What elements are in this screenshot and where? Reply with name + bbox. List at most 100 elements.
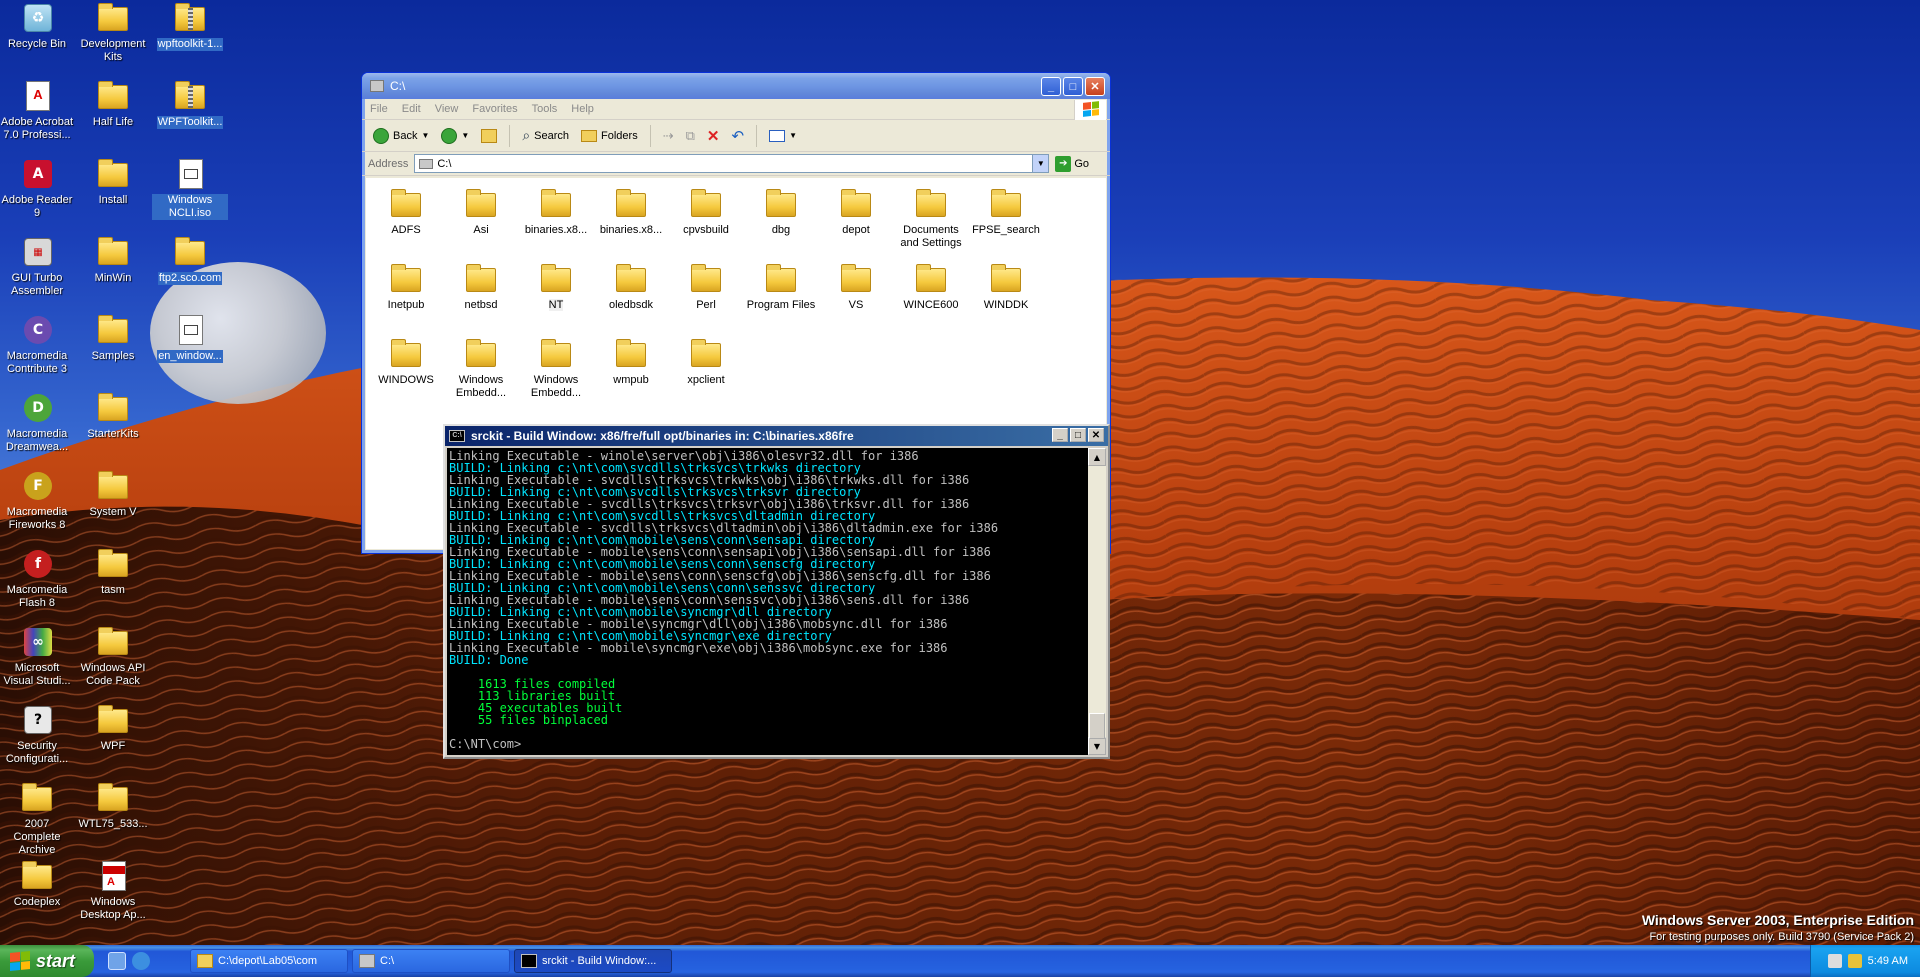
desktop-icon-api-code-pack[interactable]: Windows API Code Pack (75, 626, 151, 688)
folder-item[interactable]: ADFS (369, 188, 443, 237)
menu-edit[interactable]: Edit (402, 103, 421, 115)
close-button[interactable]: ✕ (1088, 428, 1104, 442)
undo-button[interactable]: ↶ (728, 124, 747, 148)
desktop-icon-starterkits[interactable]: StarterKits (75, 392, 151, 441)
folder-item[interactable]: WINDOWS (369, 338, 443, 387)
folder-icon (540, 188, 572, 220)
close-button[interactable]: ✕ (1085, 77, 1105, 96)
desktop-icon-codeplex[interactable]: Codeplex (0, 860, 75, 909)
desktop-icon-ftp2[interactable]: ftp2.sco.com (152, 236, 228, 285)
folder-item[interactable]: VS (819, 263, 893, 312)
start-button[interactable]: start (0, 945, 94, 977)
desktop-icon-recycle-bin[interactable]: ♻ Recycle Bin (0, 2, 75, 51)
folder-item[interactable]: Inetpub (369, 263, 443, 312)
folder-item[interactable]: wmpub (594, 338, 668, 387)
desktop-icon-en-window[interactable]: en_window... (152, 314, 228, 363)
folder-item[interactable]: oledbsdk (594, 263, 668, 312)
console-line: C:\NT\com> (449, 737, 522, 751)
desktop-icon-visual-studio[interactable]: ∞ Microsoft Visual Studi... (0, 626, 75, 688)
scroll-thumb[interactable] (1089, 713, 1105, 739)
folder-icon (390, 338, 422, 370)
scroll-up-button[interactable]: ▲ (1088, 448, 1106, 466)
search-button[interactable]: ⌕ Search (519, 124, 572, 148)
quicklaunch-ie-icon[interactable] (132, 952, 150, 970)
folders-icon (581, 129, 598, 142)
menu-help[interactable]: Help (571, 103, 594, 115)
desktop-icon-wpftoolkit[interactable]: WPFToolkit... (152, 80, 228, 129)
console-scrollbar[interactable]: ▲ ▼ (1088, 448, 1106, 755)
folder-item[interactable]: depot (819, 188, 893, 237)
address-dropdown-button[interactable]: ▼ (1032, 155, 1049, 172)
folder-item[interactable]: Windows Embedd... (519, 338, 593, 400)
folder-item[interactable]: WINDDK (969, 263, 1043, 312)
taskbar-item-depot[interactable]: C:\depot\Lab05\com (190, 949, 348, 973)
folder-item[interactable]: xpclient (669, 338, 743, 387)
desktop-icon-windows-ncli-iso[interactable]: Windows NCLI.iso (152, 158, 228, 220)
desktop-icon-contribute[interactable]: C Macromedia Contribute 3 (0, 314, 75, 376)
go-button[interactable]: ➔ Go (1055, 155, 1089, 172)
desktop-icon-install[interactable]: Install (75, 158, 151, 207)
up-folder-button[interactable] (478, 124, 500, 148)
minimize-button[interactable]: _ (1041, 77, 1061, 96)
desktop-icon-dreamweaver[interactable]: D Macromedia Dreamwea... (0, 392, 75, 454)
desktop-icon-wpf[interactable]: WPF (75, 704, 151, 753)
scroll-down-button[interactable]: ▼ (1088, 737, 1106, 755)
desktop-icon-security-config[interactable]: ? Security Configurati... (0, 704, 75, 766)
folder-item[interactable]: FPSE_search (969, 188, 1043, 237)
maximize-button[interactable]: □ (1063, 77, 1083, 96)
folder-item[interactable]: cpvsbuild (669, 188, 743, 237)
console-title-bar[interactable]: C:\ srckit - Build Window: x86/fre/full … (445, 426, 1108, 446)
folder-item[interactable]: NT (519, 263, 593, 312)
desktop-icon-wpftoolkit-zip[interactable]: wpftoolkit-1... (152, 2, 228, 51)
quicklaunch-explorer-icon[interactable] (108, 952, 126, 970)
security-icon[interactable] (1847, 954, 1862, 968)
folders-button[interactable]: Folders (578, 124, 641, 148)
desktop-icon-windows-desktop-ap[interactable]: A Windows Desktop Ap... (75, 860, 151, 922)
desktop-icon-development-kits[interactable]: Development Kits (75, 2, 151, 64)
desktop-icon-gui-turbo[interactable]: ▦ GUI Turbo Assembler (0, 236, 75, 298)
folder-item[interactable]: dbg (744, 188, 818, 237)
desktop-icon-wtl75[interactable]: WTL75_533... (75, 782, 151, 831)
folder-item[interactable]: binaries.x8... (519, 188, 593, 237)
move-to-button[interactable]: ⇢ (660, 124, 677, 148)
taskbar-item-srckit[interactable]: srckit - Build Window:... (514, 949, 672, 973)
explorer-title-bar[interactable]: C:\ _ □ ✕ (362, 73, 1110, 99)
taskbar-item-c-drive[interactable]: C:\ (352, 949, 510, 973)
console-output[interactable]: Linking Executable - winole\server\obj\i… (447, 448, 1088, 755)
desktop-icon-acrobat[interactable]: A Adobe Acrobat 7.0 Professi... (0, 80, 75, 142)
folder-item[interactable]: Program Files (744, 263, 818, 312)
flash-icon: f (21, 548, 53, 580)
views-button[interactable]: ▼ (766, 124, 800, 148)
folder-item[interactable]: netbsd (444, 263, 518, 312)
desktop-icon-minwin[interactable]: MinWin (75, 236, 151, 285)
back-button[interactable]: Back ▼ (370, 124, 432, 148)
desktop-icon-adobe-reader[interactable]: A Adobe Reader 9 (0, 158, 75, 220)
network-icon[interactable] (1827, 954, 1842, 968)
maximize-button[interactable]: □ (1070, 428, 1086, 442)
folder-item[interactable]: binaries.x8... (594, 188, 668, 237)
desktop-icon-flash[interactable]: f Macromedia Flash 8 (0, 548, 75, 610)
drive-icon (419, 158, 434, 169)
clock[interactable]: 5:49 AM (1868, 955, 1908, 967)
desktop-icon-fireworks[interactable]: F Macromedia Fireworks 8 (0, 470, 75, 532)
forward-button[interactable]: ▼ (438, 124, 472, 148)
folder-item[interactable]: WINCE600 (894, 263, 968, 312)
menu-favorites[interactable]: Favorites (472, 103, 517, 115)
address-input[interactable]: C:\ ▼ (414, 154, 1050, 173)
desktop-icon-2007-archive[interactable]: 2007 Complete Archive (0, 782, 75, 857)
delete-button[interactable]: ✕ (704, 124, 723, 148)
desktop-icon-tasm[interactable]: tasm (75, 548, 151, 597)
minimize-button[interactable]: _ (1052, 428, 1068, 442)
menu-tools[interactable]: Tools (532, 103, 558, 115)
desktop-icon-system-v[interactable]: System V (75, 470, 151, 519)
folder-item[interactable]: Documents and Settings (894, 188, 968, 250)
copy-to-button[interactable]: ⧉ (683, 124, 698, 148)
menu-view[interactable]: View (435, 103, 459, 115)
folder-item[interactable]: Asi (444, 188, 518, 237)
menu-file[interactable]: File (370, 103, 388, 115)
desktop-icon-samples[interactable]: Samples (75, 314, 151, 363)
desktop-icon-half-life[interactable]: Half Life (75, 80, 151, 129)
folder-item[interactable]: Windows Embedd... (444, 338, 518, 400)
console-window[interactable]: C:\ srckit - Build Window: x86/fre/full … (443, 424, 1110, 759)
folder-item[interactable]: Perl (669, 263, 743, 312)
